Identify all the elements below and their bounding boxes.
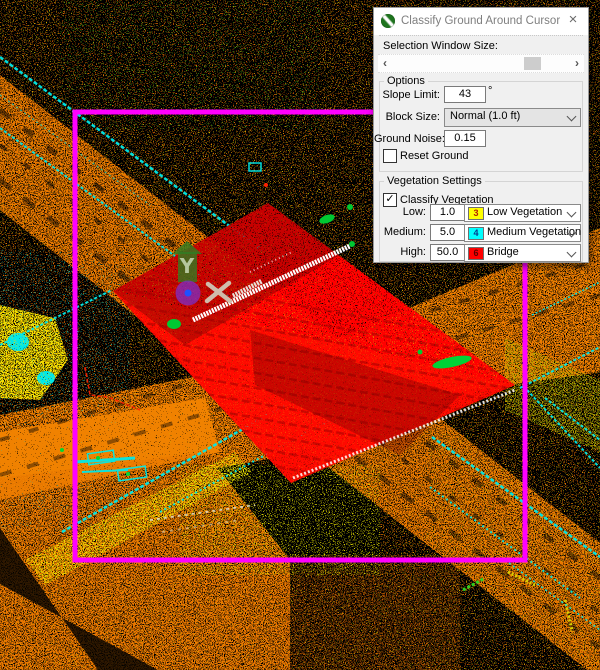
low-value-input[interactable]: 1.0	[430, 204, 465, 221]
high-class-name: Bridge	[487, 246, 519, 258]
medium-class-swatch: 4	[468, 227, 484, 240]
low-class-swatch: 3	[468, 207, 484, 220]
medium-value-input[interactable]: 5.0	[430, 224, 465, 241]
block-size-label: Block Size:	[385, 111, 440, 123]
close-icon[interactable]: ×	[564, 11, 582, 29]
scroll-right-icon[interactable]: ›	[571, 57, 583, 70]
slope-limit-unit: °	[488, 85, 493, 97]
chevron-down-icon	[566, 207, 577, 218]
low-class-name: Low Vegetation	[487, 206, 563, 218]
medium-label: Medium:	[383, 226, 426, 238]
dialog-title: Classify Ground Around Cursor	[401, 15, 561, 27]
scrollbar-thumb[interactable]	[524, 57, 541, 70]
slope-limit-input[interactable]: 43	[444, 86, 486, 103]
chevron-down-icon	[566, 247, 577, 258]
ground-noise-input[interactable]: 0.15	[444, 130, 486, 147]
block-size-value: Normal (1.0 ft)	[450, 110, 521, 122]
slope-limit-label: Slope Limit:	[382, 89, 440, 101]
scroll-left-icon[interactable]: ‹	[379, 57, 391, 70]
selection-window-size-label: Selection Window Size:	[383, 40, 498, 52]
high-class-select[interactable]: 6 Bridge	[464, 244, 581, 262]
application-window: Y Classify Ground Around Cursor × Select…	[0, 0, 600, 670]
low-class-select[interactable]: 3 Low Vegetation	[464, 204, 581, 222]
chevron-down-icon	[566, 111, 577, 122]
classify-ground-dialog: Classify Ground Around Cursor × Selectio…	[373, 7, 589, 263]
title-separator	[379, 35, 583, 36]
options-group-label: Options	[384, 75, 428, 87]
reset-ground-label[interactable]: Reset Ground	[400, 150, 468, 162]
reset-ground-checkbox[interactable]	[383, 149, 397, 163]
high-class-swatch: 6	[468, 247, 484, 260]
y-axis-label: Y	[179, 254, 195, 278]
dialog-title-bar[interactable]: Classify Ground Around Cursor ×	[374, 8, 588, 35]
selection-window-size-scrollbar[interactable]: ‹ ›	[378, 54, 584, 73]
classify-vegetation-checkbox[interactable]: ✓	[383, 193, 397, 207]
classify-ground-icon	[381, 14, 395, 28]
origin-marker	[175, 280, 201, 306]
vegetation-settings-label: Vegetation Settings	[384, 175, 485, 187]
high-value-input[interactable]: 50.0	[430, 244, 465, 261]
ground-noise-label: Ground Noise:	[374, 133, 445, 145]
low-label: Low:	[402, 206, 426, 218]
medium-class-select[interactable]: 4 Medium Vegetation	[464, 224, 581, 242]
high-label: High:	[400, 246, 426, 258]
block-size-select[interactable]: Normal (1.0 ft)	[444, 108, 581, 127]
